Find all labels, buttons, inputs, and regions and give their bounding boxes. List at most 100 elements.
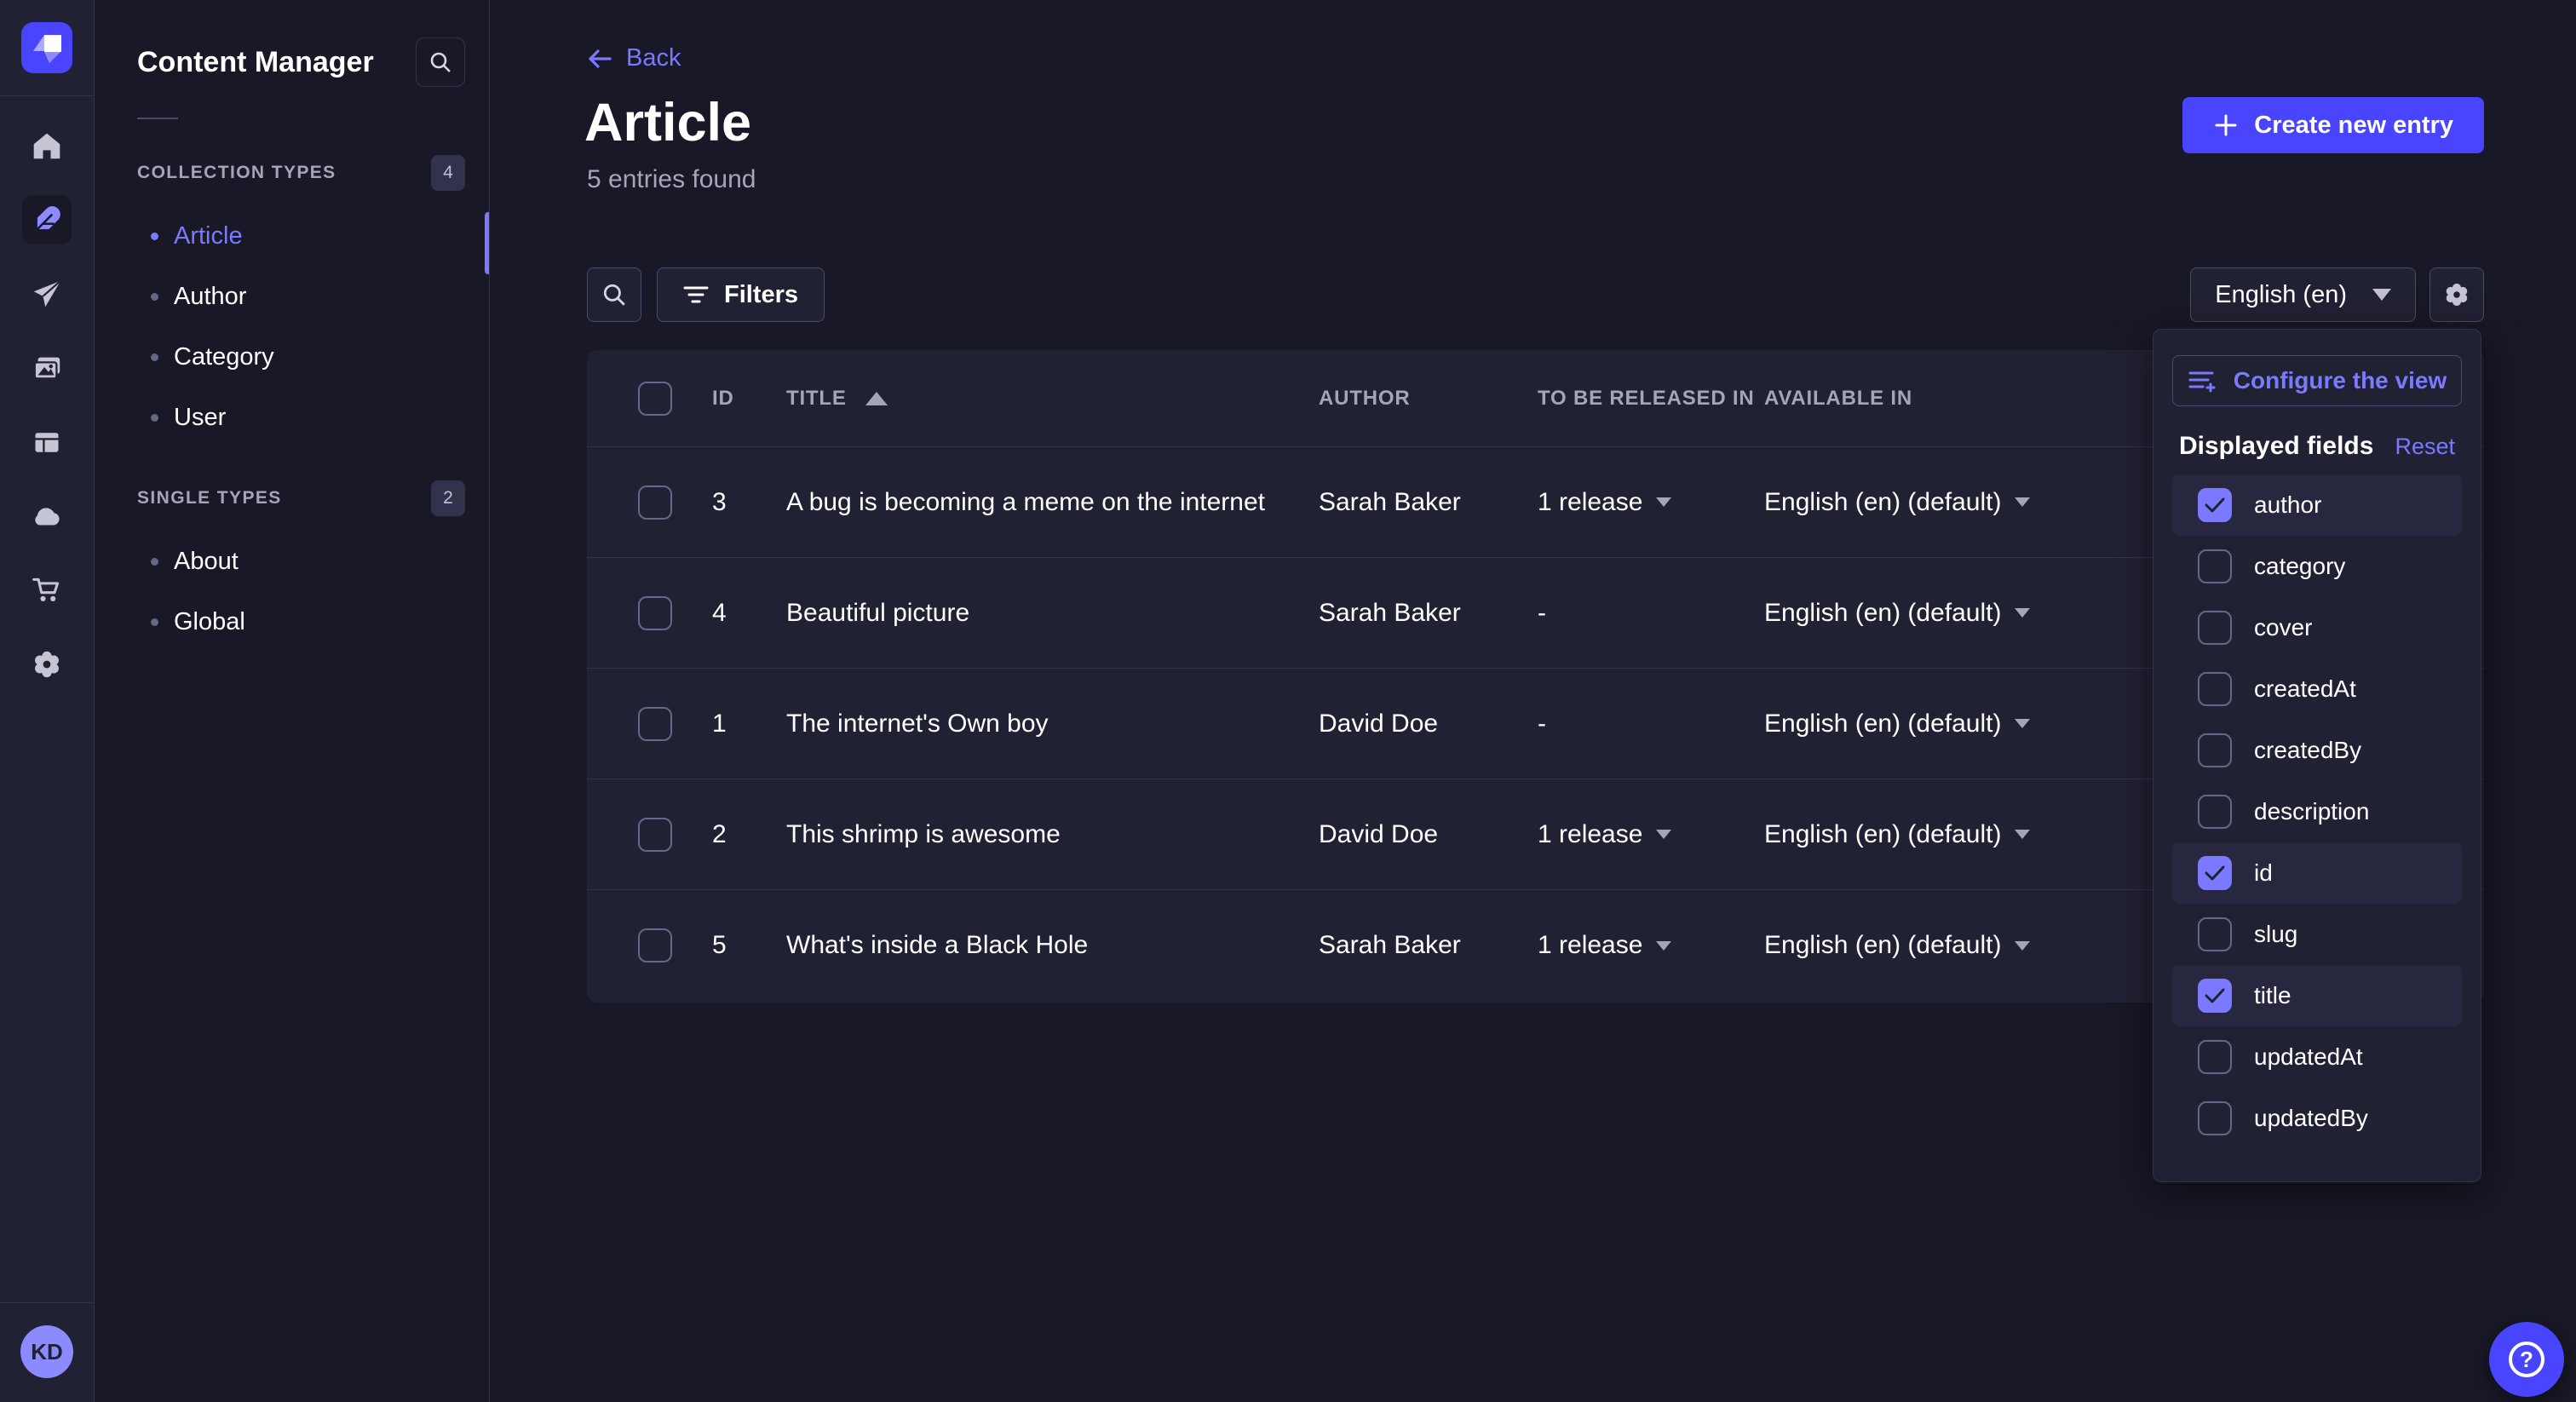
field-toggle-cover[interactable]: cover [2172,597,2462,658]
row-checkbox[interactable] [638,596,672,630]
chevron-down-icon [2015,608,2030,618]
checkbox-icon[interactable] [2198,549,2232,583]
chevron-down-icon [1656,830,1671,839]
checkbox-icon[interactable] [2198,795,2232,829]
column-header-author[interactable]: AUTHOR [1319,387,1538,411]
field-toggle-category[interactable]: category [2172,536,2462,597]
cell-release[interactable]: 1 release [1538,488,1764,517]
arrow-left-icon [587,48,612,70]
field-toggle-description[interactable]: description [2172,781,2462,842]
checkbox-checked-icon[interactable] [2198,488,2232,522]
filter-icon [683,284,709,305]
bullet-icon [151,353,158,361]
strapi-logo-icon[interactable] [21,22,72,73]
create-new-entry-button[interactable]: Create new entry [2182,97,2484,153]
row-checkbox[interactable] [638,818,672,852]
entries-count: 5 entries found [587,165,756,194]
cell-release[interactable]: 1 release [1538,931,1764,960]
field-toggle-author[interactable]: author [2172,474,2462,536]
checkbox-checked-icon[interactable] [2198,856,2232,890]
field-toggle-title[interactable]: title [2172,965,2462,1026]
column-header-release[interactable]: TO BE RELEASED IN [1538,387,1764,411]
plus-icon [2213,112,2239,138]
nav-home-button[interactable] [22,121,72,170]
column-header-title[interactable]: TITLE [786,387,1319,411]
field-toggle-updatedAt[interactable]: updatedAt [2172,1026,2462,1088]
nav-settings-button[interactable] [22,640,72,689]
row-checkbox[interactable] [638,928,672,962]
subnav-item-author[interactable]: Author [95,267,489,327]
chevron-down-icon [2015,719,2030,728]
home-icon [32,130,62,161]
help-button[interactable]: ? [2489,1322,2564,1397]
row-checkbox[interactable] [638,707,672,741]
configure-view-button[interactable]: Configure the view [2172,355,2462,406]
locale-dropdown[interactable]: English (en) [2190,267,2416,322]
subnav-item-article[interactable]: Article [95,206,489,267]
search-icon [428,50,452,74]
bullet-icon [151,233,158,240]
field-toggle-createdAt[interactable]: createdAt [2172,658,2462,720]
reset-button[interactable]: Reset [2395,434,2455,460]
chevron-down-icon [2015,830,2030,839]
create-new-entry-label: Create new entry [2254,112,2453,140]
row-checkbox[interactable] [638,486,672,520]
checkbox-icon[interactable] [2198,1101,2232,1135]
cell-id: 3 [712,488,786,517]
back-label: Back [626,44,681,72]
cell-id: 4 [712,599,786,628]
displayed-fields-header: Displayed fields Reset [2179,432,2455,461]
subnav-header: Content Manager [95,0,489,87]
cart-icon [32,575,62,606]
column-header-id[interactable]: ID [712,387,786,411]
checkbox-icon[interactable] [2198,672,2232,706]
layout-icon [32,427,62,457]
checkbox-icon[interactable] [2198,733,2232,767]
cell-release[interactable]: 1 release [1538,820,1764,849]
main-content: Back Article 5 entries found Create new … [491,0,2576,1402]
select-all-checkbox[interactable] [638,382,672,416]
avatar[interactable]: KD [20,1325,73,1378]
page-title: Article [584,92,751,153]
subnav-item-about[interactable]: About [95,531,489,592]
checkbox-icon[interactable] [2198,611,2232,645]
cell-title: This shrimp is awesome [786,820,1319,849]
field-toggle-slug[interactable]: slug [2172,904,2462,965]
subnav-item-global[interactable]: Global [95,592,489,652]
subnav-divider [137,118,178,119]
subnav-item-category[interactable]: Category [95,327,489,388]
chevron-down-icon [1656,497,1671,507]
nav-content-manager-button[interactable] [22,195,72,244]
subnav-search-button[interactable] [416,37,465,87]
cell-title: What's inside a Black Hole [786,931,1319,960]
checkbox-icon[interactable] [2198,917,2232,951]
checkbox-icon[interactable] [2198,1040,2232,1074]
sort-ascending-icon [865,392,888,405]
field-toggle-createdBy[interactable]: createdBy [2172,720,2462,781]
active-item-indicator [485,212,489,274]
filters-button[interactable]: Filters [657,267,825,322]
nav-releases-button[interactable] [22,269,72,319]
field-toggle-id[interactable]: id [2172,842,2462,904]
single-types-count-badge: 2 [431,480,465,516]
back-link[interactable]: Back [587,44,681,72]
nav-marketplace-button[interactable] [22,566,72,615]
nav-logo-section [0,0,94,96]
nav-content-type-builder-button[interactable] [22,417,72,467]
bullet-icon [151,293,158,301]
view-settings-popover: Configure the view Displayed fields Rese… [2153,329,2481,1182]
subnav-item-user[interactable]: User [95,388,489,448]
toolbar-left: Filters [587,267,825,322]
bullet-icon [151,558,158,566]
cell-author: David Doe [1319,820,1538,849]
search-button[interactable] [587,267,641,322]
nav-deploy-button[interactable] [22,491,72,541]
cell-author: David Doe [1319,710,1538,738]
nav-media-library-button[interactable] [22,343,72,393]
view-settings-button[interactable] [2429,267,2484,322]
content-manager-subnav: Content Manager COLLECTION TYPES 4 Artic… [95,0,490,1402]
checkbox-checked-icon[interactable] [2198,979,2232,1013]
cell-release: - [1538,710,1764,738]
field-toggle-updatedBy[interactable]: updatedBy [2172,1088,2462,1149]
locale-selected-label: English (en) [2215,281,2347,309]
